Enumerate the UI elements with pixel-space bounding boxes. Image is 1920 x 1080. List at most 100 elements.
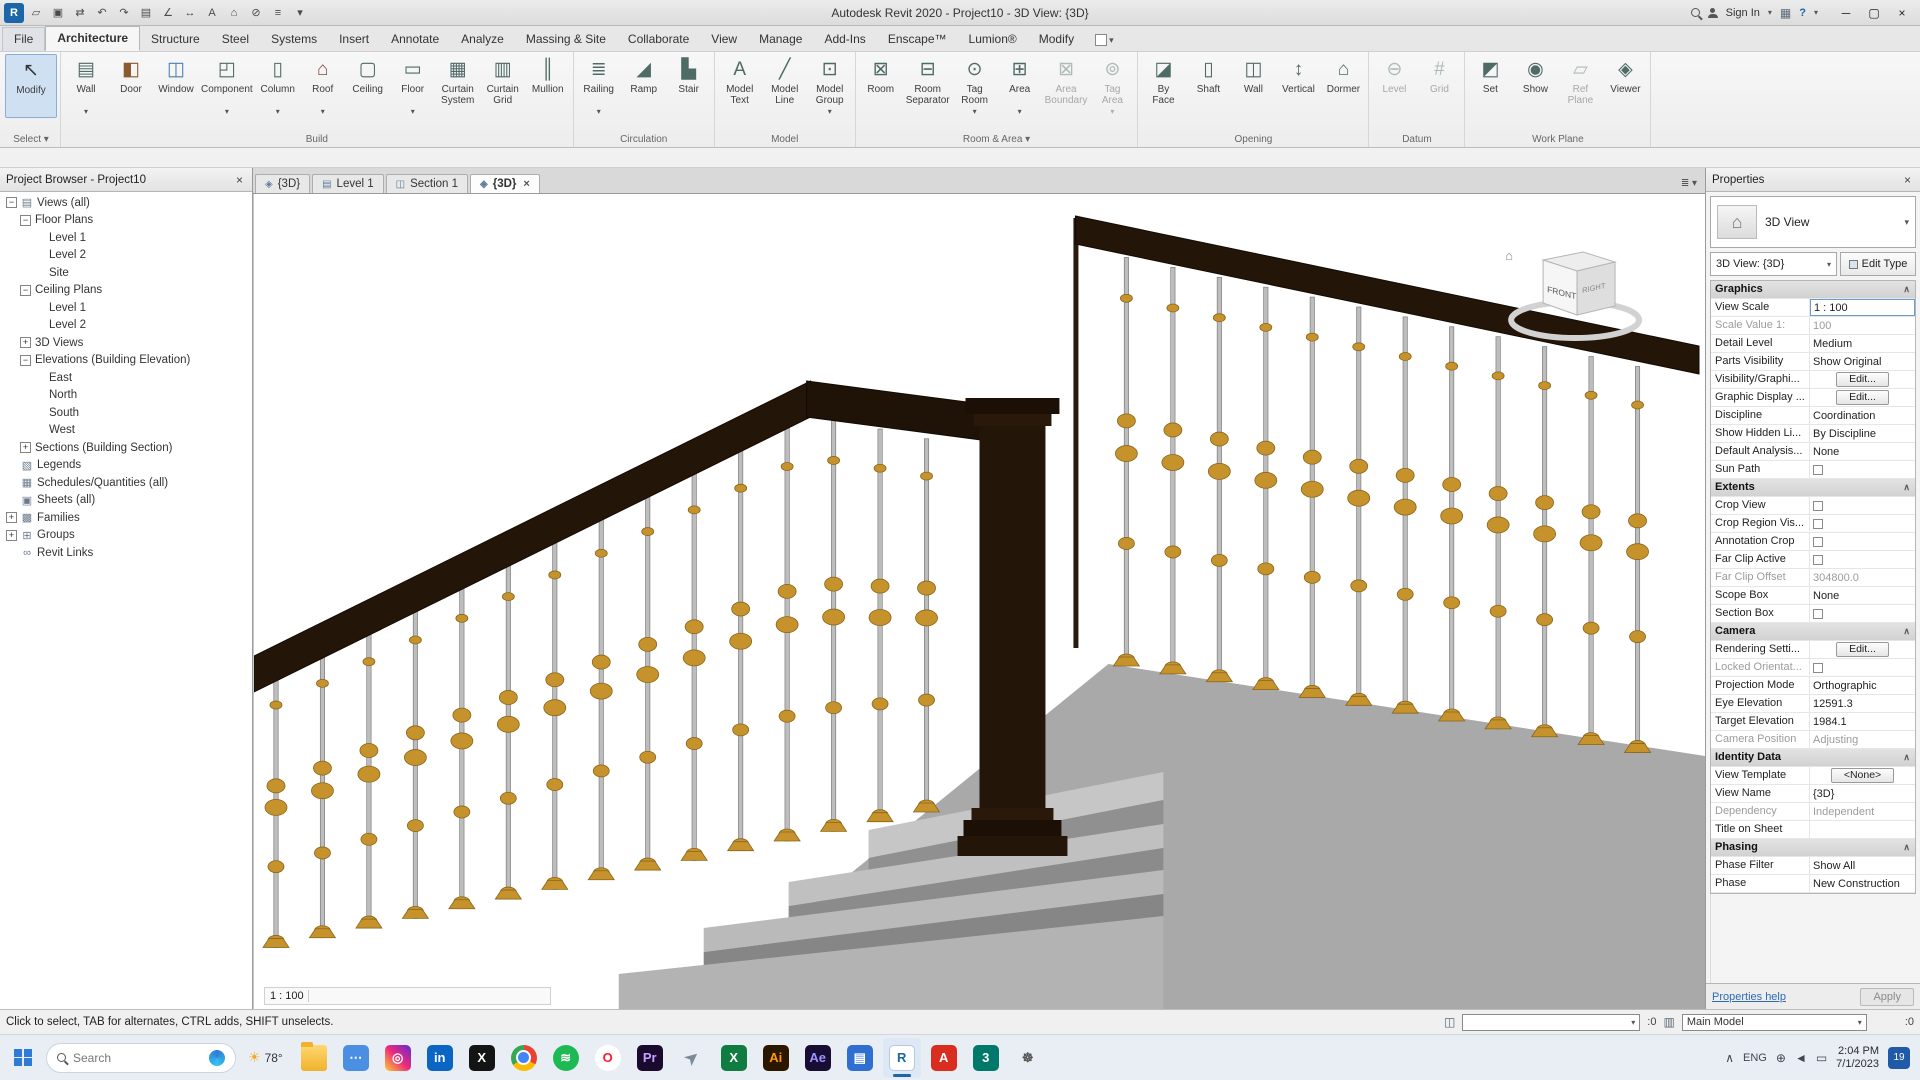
property-value[interactable]: Medium	[1810, 335, 1915, 352]
property-value[interactable]: None	[1810, 587, 1915, 604]
close-button[interactable]: ×	[1888, 2, 1916, 24]
tree-item[interactable]: ⊞ Groups	[0, 527, 252, 545]
qat-icon[interactable]: ≡	[268, 3, 288, 23]
property-value[interactable]: <None>	[1810, 767, 1915, 784]
qat-icon[interactable]: A	[202, 3, 222, 23]
tree-item[interactable]: South	[0, 404, 252, 422]
ribbon-tool-button[interactable]: ⊡ Model Group	[808, 54, 852, 116]
tree-item[interactable]: Floor Plans	[0, 212, 252, 230]
tree-item[interactable]: Level 2	[0, 247, 252, 265]
taskbar-app-icon[interactable]	[295, 1038, 333, 1078]
taskbar-app-icon[interactable]: in	[421, 1038, 459, 1078]
expander-icon[interactable]	[20, 214, 31, 226]
ribbon-tool-button[interactable]: ◰ Component	[199, 54, 255, 116]
checkbox[interactable]	[1813, 536, 1823, 547]
property-value[interactable]: Independent	[1810, 803, 1915, 820]
clock[interactable]: 2:04 PM 7/1/2023	[1836, 1045, 1879, 1071]
ribbon-tab[interactable]: File	[2, 27, 46, 51]
project-browser-header[interactable]: Project Browser - Project10 ×	[0, 168, 252, 192]
property-value[interactable]: Edit...	[1810, 371, 1915, 388]
property-value[interactable]: Coordination	[1810, 407, 1915, 424]
property-value[interactable]: 1 : 100	[1810, 299, 1915, 316]
checkbox[interactable]	[1813, 554, 1823, 565]
sign-in-button[interactable]: Sign In	[1726, 7, 1760, 19]
ribbon-tab[interactable]: View	[700, 28, 748, 51]
notification-badge[interactable]: 19	[1888, 1046, 1910, 1069]
bing-chat-icon[interactable]	[209, 1049, 225, 1066]
property-value[interactable]: Show Original	[1810, 353, 1915, 370]
ribbon-tool-button[interactable]: ⌂ Roof	[301, 54, 345, 116]
qat-icon[interactable]: ▣	[48, 3, 68, 23]
workspace-indicator[interactable]: ▾	[1095, 34, 1114, 51]
property-value[interactable]: 304800.0	[1810, 569, 1915, 586]
expander-icon[interactable]	[20, 284, 31, 296]
minimize-button[interactable]: ─	[1832, 2, 1860, 24]
expander-icon[interactable]	[6, 529, 17, 541]
close-project-browser-icon[interactable]: ×	[233, 173, 246, 187]
ribbon-tool-button[interactable]: # Grid	[1417, 54, 1461, 116]
qat-icon[interactable]: R	[4, 2, 24, 23]
property-value[interactable]: New Construction	[1810, 875, 1915, 892]
battery-icon[interactable]: ▭	[1816, 1051, 1827, 1065]
qat-icon[interactable]: ▱	[26, 3, 46, 23]
property-value[interactable]: By Discipline	[1810, 425, 1915, 442]
checkbox[interactable]	[1813, 662, 1823, 673]
drawing-area[interactable]: ⌂ FRONT RIGHT 1 : 100	[253, 194, 1705, 1009]
property-value[interactable]	[1810, 551, 1915, 568]
ribbon-tool-button[interactable]: ◧ Door	[109, 54, 153, 116]
tree-item[interactable]: 3D Views	[0, 334, 252, 352]
ribbon-tab[interactable]: Annotate	[380, 28, 450, 51]
ribbon-tool-button[interactable]: ║ Mullion	[526, 54, 570, 116]
volume-icon[interactable]: ◄	[1795, 1051, 1807, 1065]
sign-in-caret-icon[interactable]: ▾	[1768, 8, 1772, 17]
tree-item[interactable]: ▤ Views (all)	[0, 194, 252, 212]
properties-header[interactable]: Properties ×	[1706, 168, 1920, 192]
qat-icon[interactable]: ⌂	[224, 3, 244, 23]
ribbon-tool-button[interactable]: ▯ Column	[256, 54, 300, 116]
property-value[interactable]: Edit...	[1810, 389, 1915, 406]
start-button[interactable]	[6, 1041, 40, 1075]
view-scale-button[interactable]: 1 : 100	[270, 990, 309, 1002]
taskbar-search[interactable]: Search	[46, 1042, 236, 1073]
ribbon-tool-button[interactable]: A Model Text	[718, 54, 762, 116]
taskbar-app-icon[interactable]: R	[882, 1037, 921, 1078]
taskbar-app-icon[interactable]: ⋯	[337, 1038, 375, 1078]
property-value[interactable]: 1984.1	[1810, 713, 1915, 730]
property-value[interactable]	[1810, 821, 1915, 838]
help-button[interactable]: ?	[1799, 7, 1806, 19]
ribbon-tool-button[interactable]: ◢ Ramp	[622, 54, 666, 116]
checkbox[interactable]	[1813, 518, 1823, 529]
expander-icon[interactable]	[20, 442, 31, 454]
ribbon-tool-button[interactable]: ▥ Curtain Grid	[481, 54, 525, 116]
qat-icon[interactable]: ▤	[136, 3, 156, 23]
network-icon[interactable]: ⊕	[1776, 1051, 1786, 1065]
qat-icon[interactable]: ↷	[114, 3, 134, 23]
tree-item[interactable]: Ceiling Plans	[0, 282, 252, 300]
expander-icon[interactable]	[6, 197, 17, 209]
ribbon-tool-button[interactable]: ⊟ Room Separator	[904, 54, 952, 116]
taskbar-app-icon[interactable]: A	[925, 1038, 963, 1078]
view-tab[interactable]: ▤ Level 1 ×	[312, 174, 384, 193]
language-indicator[interactable]: ENG	[1743, 1052, 1767, 1064]
property-value[interactable]: Edit...	[1810, 641, 1915, 658]
ribbon-tab[interactable]: Architecture	[45, 26, 141, 51]
ribbon-tool-button[interactable]: ▢ Ceiling	[346, 54, 390, 116]
ribbon-tool-button[interactable]: ╱ Model Line	[763, 54, 807, 116]
ribbon-tool-button[interactable]: ▙ Stair	[667, 54, 711, 116]
tree-item[interactable]: ∞ Revit Links	[0, 544, 252, 562]
ribbon-tab[interactable]: Insert	[328, 28, 380, 51]
panel-label-room-area[interactable]: Room & Area ▾	[859, 133, 1135, 147]
store-icon[interactable]: ▦	[1780, 6, 1791, 20]
help-caret-icon[interactable]: ▾	[1814, 8, 1818, 17]
active-workset-dropdown[interactable]: ▾	[1462, 1013, 1641, 1031]
qat-icon[interactable]: ↶	[92, 3, 112, 23]
ribbon-tool-button[interactable]: ↕ Vertical	[1276, 54, 1320, 116]
panel-label-select[interactable]: Select ▾	[5, 133, 57, 147]
taskbar-app-icon[interactable]	[505, 1038, 543, 1078]
qat-icon[interactable]: ▾	[290, 3, 310, 23]
property-value[interactable]: Adjusting	[1810, 731, 1915, 748]
ribbon-tab[interactable]: Analyze	[450, 28, 515, 51]
view-tab[interactable]: ◈ {3D} ×	[470, 174, 540, 193]
tree-item[interactable]: Level 2	[0, 317, 252, 335]
design-option-dropdown[interactable]: Main Model ▾	[1681, 1013, 1867, 1031]
